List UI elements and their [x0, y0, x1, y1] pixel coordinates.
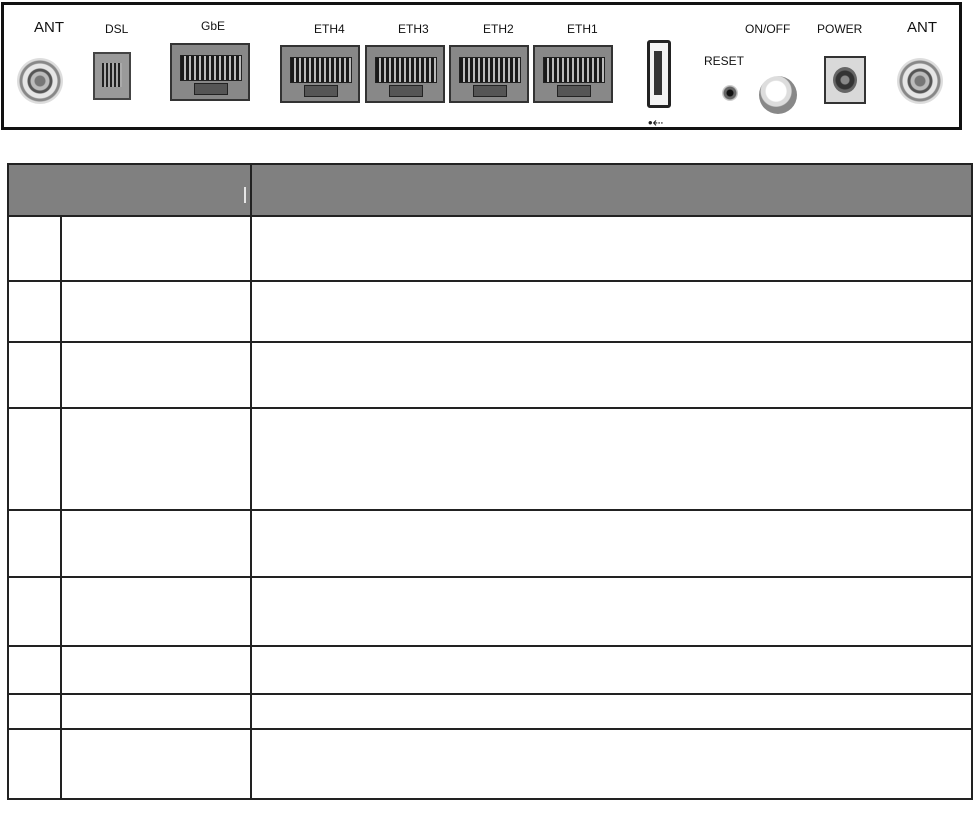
row-description-cell [250, 215, 973, 282]
table-row [7, 215, 973, 282]
row-description-cell [250, 509, 973, 578]
table-row [7, 341, 973, 409]
row-number-cell [7, 576, 62, 647]
row-name-cell [60, 645, 252, 695]
row-name-cell [60, 341, 252, 409]
row-name-cell [60, 215, 252, 282]
eth1-label: ETH1 [567, 22, 598, 36]
eth2-port-icon [449, 45, 529, 103]
usb-symbol-icon: •⇠ [648, 115, 664, 130]
row-number-cell [7, 215, 62, 282]
reset-label: RESET [704, 54, 745, 68]
onoff-label: ON/OFF [745, 22, 791, 36]
row-description-cell [250, 280, 973, 343]
eth4-label: ETH4 [314, 22, 345, 36]
row-name-cell [60, 693, 252, 730]
row-description-cell [250, 728, 973, 800]
onoff-button-icon [759, 76, 797, 114]
row-name-cell [60, 728, 252, 800]
eth3-label: ETH3 [398, 22, 429, 36]
table-row [7, 728, 973, 800]
row-name-cell [60, 576, 252, 647]
table-row [7, 509, 973, 578]
antenna-connector-left-icon [17, 58, 63, 104]
row-name-cell [60, 280, 252, 343]
row-description-cell [250, 407, 973, 511]
row-description-cell [250, 576, 973, 647]
ant-left-label: ANT [34, 19, 64, 36]
row-number-cell [7, 728, 62, 800]
table-row [7, 280, 973, 343]
header-description-cell [250, 163, 973, 217]
table-header-row [7, 163, 973, 217]
eth4-port-icon [280, 45, 360, 103]
row-number-cell [7, 280, 62, 343]
usb-port-icon [647, 40, 671, 108]
row-name-cell [60, 509, 252, 578]
header-connector-cell [7, 163, 252, 217]
reset-button-icon [722, 85, 738, 101]
dsl-label: DSL [105, 22, 129, 36]
eth1-port-icon [533, 45, 613, 103]
header-divider [244, 187, 246, 203]
dsl-port-icon [93, 52, 131, 100]
row-number-cell [7, 693, 62, 730]
gbe-label: GbE [201, 19, 226, 33]
antenna-connector-right-icon [897, 58, 943, 104]
row-number-cell [7, 341, 62, 409]
row-description-cell [250, 341, 973, 409]
table-row [7, 576, 973, 647]
row-description-cell [250, 693, 973, 730]
power-jack-icon [824, 56, 866, 104]
gbe-port-icon [170, 43, 250, 101]
rear-panel-illustration: ANT DSL GbE ETH4 ETH3 ETH2 ETH1 RESET ON… [1, 2, 962, 130]
row-description-cell [250, 645, 973, 695]
eth3-port-icon [365, 45, 445, 103]
power-label: POWER [817, 22, 863, 36]
table-row [7, 407, 973, 511]
ports-table [7, 163, 973, 800]
row-number-cell [7, 509, 62, 578]
row-number-cell [7, 407, 62, 511]
row-name-cell [60, 407, 252, 511]
eth2-label: ETH2 [483, 22, 514, 36]
row-number-cell [7, 645, 62, 695]
table-row [7, 693, 973, 730]
ant-right-label: ANT [907, 19, 937, 36]
table-row [7, 645, 973, 695]
